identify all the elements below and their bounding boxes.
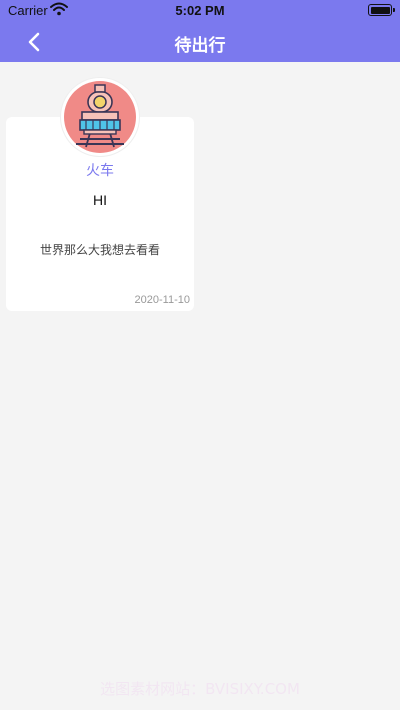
status-time: 5:02 PM [175,3,225,18]
nav-bar: 待出行 [0,22,400,62]
watermark: 选图素材网站：BVISIXY.COM [100,680,300,698]
page-title: 待出行 [174,36,226,56]
trip-date: 2020-11-10 [134,294,190,306]
trip-type-avatar [61,78,139,156]
battery-icon [368,4,395,16]
train-icon [64,81,136,153]
trip-description: 世界那么大我想去看看 [39,243,160,257]
trip-type-label: 火车 [86,163,114,179]
status-bar: Carrier 5:02 PM [0,0,400,22]
trip-title: HI [93,192,107,208]
